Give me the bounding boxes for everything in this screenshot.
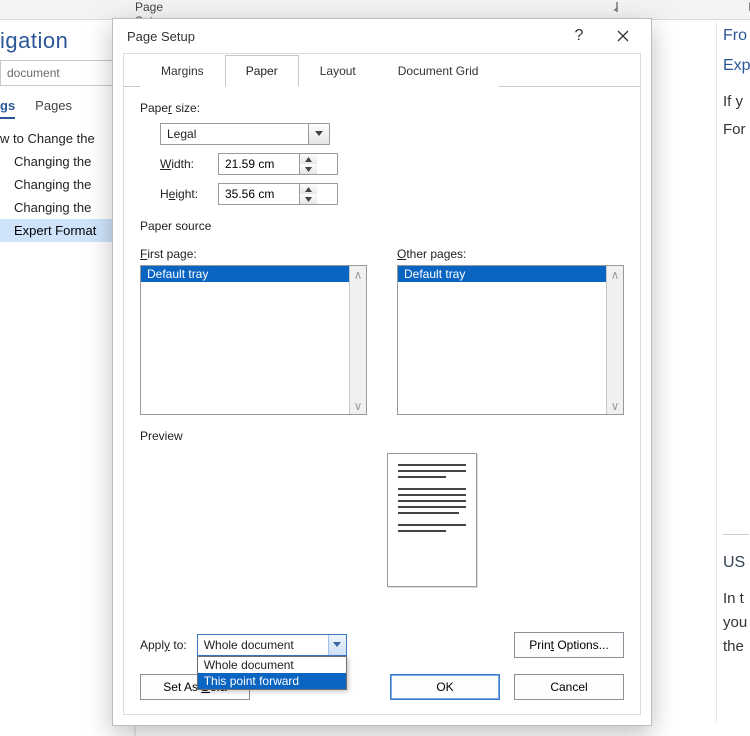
preview-document-icon — [387, 453, 477, 587]
other-pages-listbox[interactable]: Default tray ∧ ∨ — [397, 265, 624, 415]
paper-size-value: Legal — [161, 127, 308, 141]
dialog-launcher-icon[interactable] — [616, 2, 618, 12]
dialog-tabstrip: Margins Paper Layout Document Grid — [124, 54, 640, 87]
spin-up-icon[interactable] — [300, 184, 317, 194]
spin-down-icon[interactable] — [300, 194, 317, 204]
close-button[interactable] — [601, 22, 645, 50]
height-input[interactable] — [219, 184, 299, 204]
spin-down-icon[interactable] — [300, 164, 317, 174]
chevron-down-icon[interactable] — [328, 635, 346, 655]
other-pages-label: Other pages: — [397, 247, 624, 261]
height-spinbox[interactable] — [218, 183, 338, 205]
scroll-up-icon[interactable]: ∧ — [350, 266, 366, 283]
dialog-title: Page Setup — [127, 29, 557, 44]
close-icon — [617, 30, 629, 42]
tab-paper[interactable]: Paper — [225, 55, 299, 87]
print-options-button[interactable]: Print Options... — [514, 632, 624, 658]
dialog-body: Margins Paper Layout Document Grid Paper… — [123, 53, 641, 715]
scrollbar[interactable]: ∧ ∨ — [606, 266, 623, 414]
apply-to-label: Apply to: — [140, 638, 187, 652]
width-spinbox[interactable] — [218, 153, 338, 175]
doc-line: US — [723, 549, 750, 577]
ok-button[interactable]: OK — [390, 674, 500, 700]
doc-line: In t — [723, 587, 750, 611]
dropdown-option[interactable]: Whole document — [198, 657, 346, 673]
cancel-button[interactable]: Cancel — [514, 674, 624, 700]
first-page-listbox[interactable]: Default tray ∧ ∨ — [140, 265, 367, 415]
doc-line: you — [723, 611, 750, 635]
separator — [723, 534, 749, 535]
list-item[interactable]: Default tray — [398, 266, 606, 282]
paper-source-label: Paper source — [140, 219, 624, 233]
chevron-down-icon[interactable] — [308, 123, 330, 145]
height-label: Height: — [160, 187, 210, 201]
list-item[interactable]: Default tray — [141, 266, 349, 282]
dialog-titlebar[interactable]: Page Setup ? — [113, 19, 651, 53]
width-label: Width: — [160, 157, 210, 171]
doc-line: the — [723, 635, 750, 659]
document-text-fragment: Fro Exp If y For US In t you the — [716, 22, 750, 722]
search-placeholder: document — [7, 66, 60, 80]
apply-to-dropdown-list[interactable]: Whole documentThis point forward — [197, 656, 347, 690]
scrollbar[interactable]: ∧ ∨ — [349, 266, 366, 414]
help-button[interactable]: ? — [557, 22, 601, 50]
scroll-up-icon[interactable]: ∧ — [607, 266, 623, 283]
doc-line: If y — [723, 88, 750, 116]
doc-line: For — [723, 116, 750, 144]
paper-size-label: Paper size: — [140, 101, 624, 115]
preview-label: Preview — [140, 429, 624, 443]
scroll-down-icon[interactable]: ∨ — [607, 397, 623, 414]
scroll-down-icon[interactable]: ∨ — [350, 397, 366, 414]
page-setup-dialog: Page Setup ? Margins Paper Layout Docume… — [112, 18, 652, 726]
width-input[interactable] — [219, 154, 299, 174]
paper-size-combobox[interactable]: Legal — [160, 123, 330, 145]
nav-tab-pages[interactable]: Pages — [35, 98, 72, 119]
first-page-label: First page: — [140, 247, 367, 261]
tab-margins[interactable]: Margins — [140, 55, 225, 87]
tab-document-grid[interactable]: Document Grid — [377, 55, 500, 87]
ribbon-strip: Page Setup Paragraph — [0, 0, 750, 20]
spin-up-icon[interactable] — [300, 154, 317, 164]
dropdown-option[interactable]: This point forward — [198, 673, 346, 689]
tab-layout[interactable]: Layout — [299, 55, 377, 87]
doc-line: Exp — [723, 52, 750, 80]
nav-tab-headings[interactable]: gs — [0, 98, 15, 119]
apply-to-value: Whole document — [198, 638, 328, 652]
doc-line: Fro — [723, 22, 750, 50]
apply-to-combobox[interactable]: Whole document Whole documentThis point … — [197, 634, 347, 656]
